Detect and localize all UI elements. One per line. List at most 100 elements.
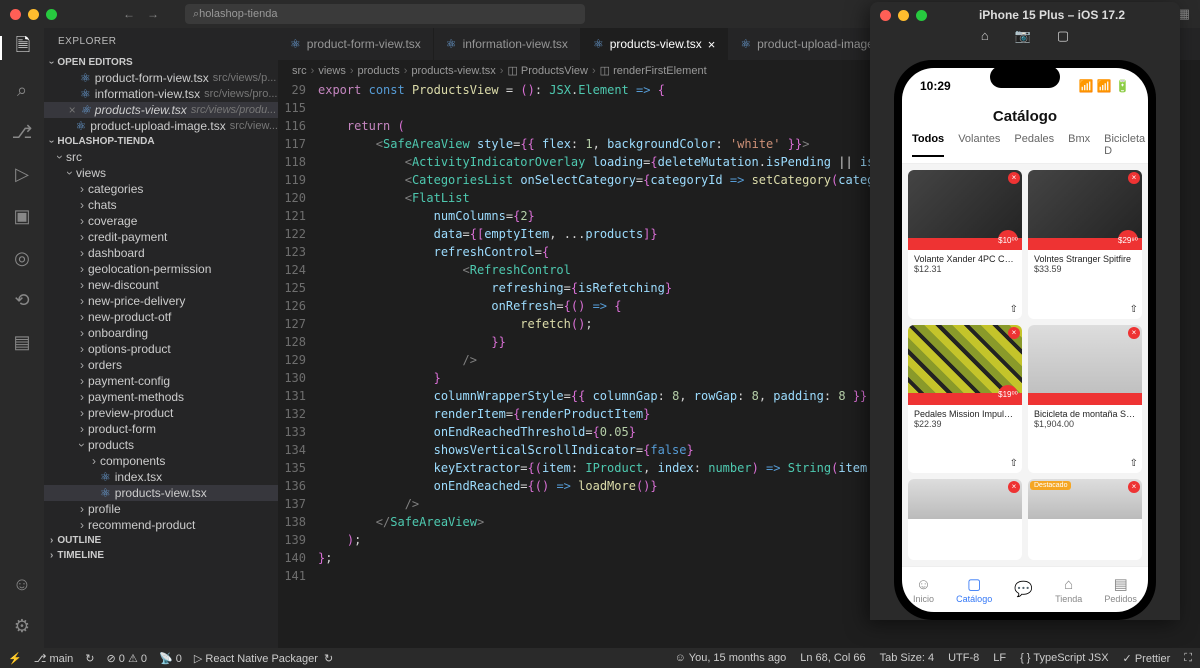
open-editor-item[interactable]: ⚛ information-view.tsx src/views/pro... [44,86,278,102]
delete-badge[interactable]: × [1008,172,1020,184]
folder-onboarding[interactable]: onboarding [44,325,278,341]
product-card[interactable]: ×$29⁹⁰Volntes Stranger Spitfire$33.59⇧ [1028,170,1142,319]
product-card[interactable]: ×Bicicleta de montaña Sc...$1,904.00⇧ [1028,325,1142,474]
folder-products[interactable]: products [44,437,278,453]
folder-recommend-product[interactable]: recommend-product [44,517,278,533]
folder-profile[interactable]: profile [44,501,278,517]
outline-section[interactable]: OUTLINE [44,533,278,548]
folder-components[interactable]: components [44,453,278,469]
sim-rotate-icon[interactable]: ▢ [1057,28,1069,52]
accounts-icon[interactable]: ☺ [10,572,34,596]
folder-credit-payment[interactable]: credit-payment [44,229,278,245]
tabbar-item[interactable]: ▢Catálogo [956,575,992,604]
folder-views[interactable]: views [44,165,278,181]
delete-badge[interactable]: × [1008,327,1020,339]
sim-screenshot-icon[interactable]: 📷 [1015,28,1031,52]
product-card[interactable]: ×$19⁰⁰Pedales Mission Impulse...$22.39⇧ [908,325,1022,474]
maximize-window[interactable] [46,9,57,20]
nav-back-icon[interactable]: ← [123,7,135,21]
tabbar-item[interactable]: ▤Pedidos [1104,575,1137,604]
cursor-pos[interactable]: Ln 68, Col 66 [800,652,865,665]
encoding[interactable]: UTF-8 [948,652,979,665]
product-card[interactable]: × [908,479,1022,560]
open-editor-item[interactable]: ⚛ product-form-view.tsx src/views/p... [44,70,278,86]
folder-chats[interactable]: chats [44,197,278,213]
nav-buttons: ← → [123,7,159,21]
tabbar-item[interactable]: ⌂Tienda [1055,576,1082,604]
search-icon[interactable]: ⌕ [10,78,34,102]
open-editors-section[interactable]: OPEN EDITORS [44,55,278,70]
close-tab-icon[interactable]: × [708,37,716,52]
share-icon[interactable]: ⇧ [1130,304,1138,315]
category-tab[interactable]: Pedales [1014,133,1054,157]
tabbar-item[interactable]: ☺Inicio [913,576,934,604]
folder-new-discount[interactable]: new-discount [44,277,278,293]
tabbar-item[interactable]: 💬 [1014,580,1033,599]
database-icon[interactable]: ▤ [10,330,34,354]
sim-min[interactable] [898,10,909,21]
timeline-section[interactable]: TIMELINE [44,548,278,563]
git-blame[interactable]: ☺ You, 15 months ago [675,652,787,665]
folder-product-form[interactable]: product-form [44,421,278,437]
file-index.tsx[interactable]: ⚛ index.tsx [44,469,278,485]
language-mode[interactable]: { } TypeScript JSX [1020,652,1108,665]
explorer-icon[interactable]: 🗎 [0,36,44,60]
category-tab[interactable]: Volantes [958,133,1000,157]
open-editor-item[interactable]: ⚛ product-upload-image.tsx src/view... [44,118,278,134]
category-tabs[interactable]: Todos Volantes Pedales Bmx Bicicleta D [902,133,1148,164]
folder-coverage[interactable]: coverage [44,213,278,229]
remote-explorer-icon[interactable]: ◎ [10,246,34,270]
live-share-icon[interactable]: ⟲ [10,288,34,312]
category-tab[interactable]: Todos [912,133,944,157]
problems[interactable]: ⊘ 0 ⚠ 0 [107,652,148,665]
editor-tab[interactable]: ⚛product-form-view.tsx [278,28,434,60]
minimize-window[interactable] [28,9,39,20]
folder-preview-product[interactable]: preview-product [44,405,278,421]
share-icon[interactable]: ⇧ [1010,458,1018,469]
folder-new-product-otf[interactable]: new-product-otf [44,309,278,325]
editor-tab[interactable]: ⚛products-view.tsx× [581,28,728,60]
folder-geolocation-permission[interactable]: geolocation-permission [44,261,278,277]
product-card[interactable]: ×Destacado [1028,479,1142,560]
close-window[interactable] [10,9,21,20]
delete-badge[interactable]: × [1128,327,1140,339]
feedback-icon[interactable]: ⛶ [1184,652,1192,665]
product-card[interactable]: ×$10⁰⁰Volante Xander 4PC Cro...$12.31⇧ [908,170,1022,319]
category-tab[interactable]: Bmx [1068,133,1090,157]
sim-close[interactable] [880,10,891,21]
settings-icon[interactable]: ⚙ [10,614,34,638]
eol[interactable]: LF [993,652,1006,665]
git-branch[interactable]: ⎇ main [34,652,74,665]
packager-status[interactable]: ▷ React Native Packager ↻ [194,652,333,665]
open-editor-item[interactable]: ×⚛ products-view.tsx src/views/produ... [44,102,278,118]
file-products-view.tsx[interactable]: ⚛ products-view.tsx [44,485,278,501]
command-center[interactable]: ⌕ holashop-tienda [185,4,585,24]
folder-options-product[interactable]: options-product [44,341,278,357]
nav-forward-icon[interactable]: → [147,7,159,21]
sim-home-icon[interactable]: ⌂ [981,28,989,52]
folder-categories[interactable]: categories [44,181,278,197]
extensions-icon[interactable]: ▣ [10,204,34,228]
sim-max[interactable] [916,10,927,21]
share-icon[interactable]: ⇧ [1130,458,1138,469]
source-control-icon[interactable]: ⎇ [10,120,34,144]
folder-dashboard[interactable]: dashboard [44,245,278,261]
folder-orders[interactable]: orders [44,357,278,373]
workspace-section[interactable]: HOLASHOP-TIENDA [44,134,278,149]
run-debug-icon[interactable]: ▷ [10,162,34,186]
folder-payment-methods[interactable]: payment-methods [44,389,278,405]
radio-tower-icon[interactable]: 📡 0 [159,652,182,665]
prettier[interactable]: ✓ Prettier [1123,652,1171,665]
remote-icon[interactable]: ⚡ [8,652,22,665]
tab-size[interactable]: Tab Size: 4 [880,652,934,665]
category-tab[interactable]: Bicicleta D [1104,133,1145,157]
folder-new-price-delivery[interactable]: new-price-delivery [44,293,278,309]
delete-badge[interactable]: × [1128,172,1140,184]
folder-src[interactable]: src [44,149,278,165]
activity-bar: 🗎 ⌕ ⎇ ▷ ▣ ◎ ⟲ ▤ ☺ ⚙ [0,28,44,648]
product-grid[interactable]: ×$10⁰⁰Volante Xander 4PC Cro...$12.31⇧×$… [902,164,1148,566]
share-icon[interactable]: ⇧ [1010,304,1018,315]
sync-icon[interactable]: ↻ [85,652,94,665]
editor-tab[interactable]: ⚛information-view.tsx [434,28,581,60]
folder-payment-config[interactable]: payment-config [44,373,278,389]
